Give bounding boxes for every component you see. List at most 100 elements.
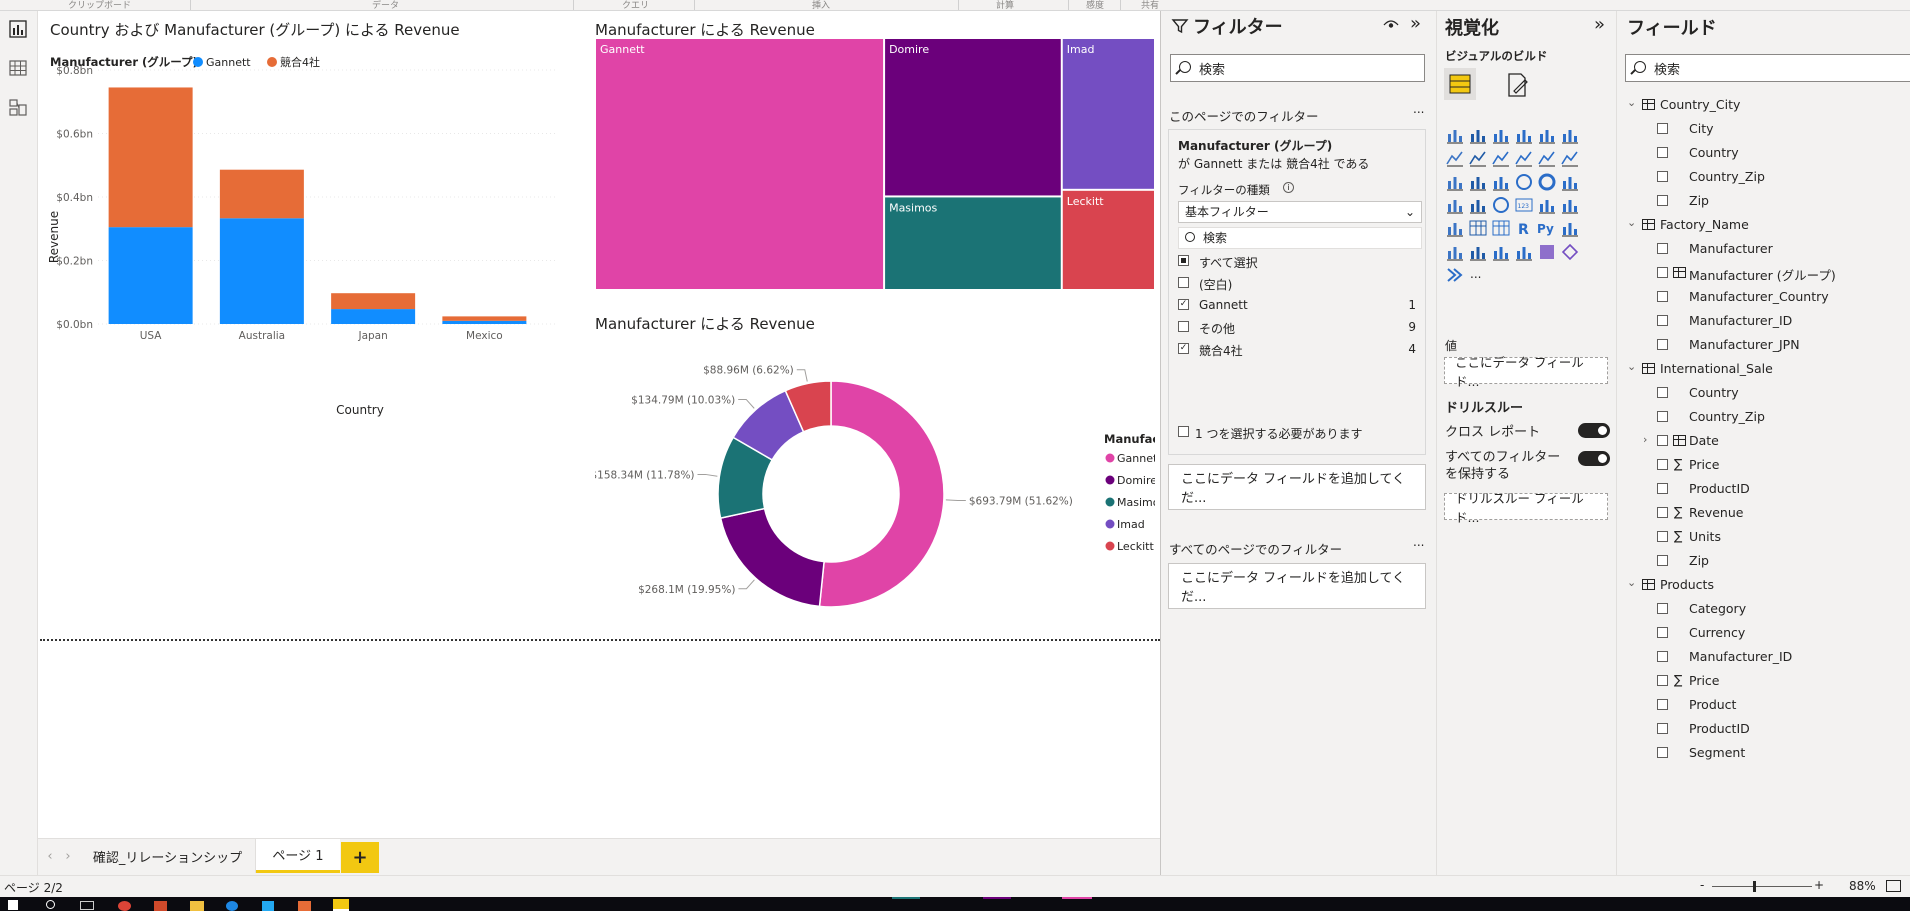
- field-item[interactable]: Currency: [1689, 625, 1745, 640]
- field-checkbox[interactable]: [1657, 291, 1668, 302]
- field-checkbox[interactable]: [1657, 531, 1668, 542]
- report-view-icon[interactable]: [8, 19, 28, 39]
- field-checkbox[interactable]: [1657, 507, 1668, 518]
- fit-to-page-icon[interactable]: [1886, 880, 1901, 892]
- field-table-international_sale[interactable]: International_Sale: [1660, 361, 1773, 376]
- model-view-icon[interactable]: [8, 97, 28, 117]
- field-item[interactable]: Zip: [1689, 553, 1709, 568]
- field-table-products[interactable]: Products: [1660, 577, 1714, 592]
- treemap-tile[interactable]: Imad: [1062, 39, 1154, 189]
- collapse-viz-icon[interactable]: »: [1594, 14, 1605, 35]
- line-clustered-icon[interactable]: [1514, 148, 1534, 168]
- tab-scroll-right-icon[interactable]: ›: [60, 839, 76, 873]
- task-view-icon[interactable]: [80, 901, 94, 910]
- field-item[interactable]: Country: [1689, 145, 1739, 160]
- drillthrough-drop-zone[interactable]: ドリルスルー フィールド...: [1444, 491, 1608, 525]
- bar-segment[interactable]: [108, 227, 193, 324]
- collapse-table-icon[interactable]: ⌄: [1627, 576, 1636, 589]
- donut-chart[interactable]: Manufacturer $693.79M (51.62%) $268.1M (1…: [595, 336, 1155, 626]
- field-item[interactable]: Segment: [1689, 745, 1745, 760]
- edge-icon[interactable]: [226, 901, 238, 911]
- all-pages-filter-drop-zone[interactable]: ここにデータ フィールドを追加してくだ...: [1168, 563, 1426, 609]
- page-filter-drop-zone[interactable]: ここにデータ フィールドを追加してくだ...: [1168, 464, 1426, 510]
- more-visuals-icon[interactable]: ...: [1468, 265, 1488, 285]
- kpi-icon[interactable]: [1560, 195, 1580, 215]
- field-checkbox[interactable]: [1657, 699, 1668, 710]
- collapse-table-icon[interactable]: ⌄: [1627, 360, 1636, 373]
- field-checkbox[interactable]: [1657, 555, 1668, 566]
- treemap-tile-rect[interactable]: [885, 39, 1061, 196]
- field-checkbox[interactable]: [1657, 243, 1668, 254]
- table-icon[interactable]: [1468, 218, 1488, 238]
- bar-segment[interactable]: [442, 320, 527, 324]
- field-checkbox[interactable]: [1657, 315, 1668, 326]
- filters-search-input[interactable]: 検索: [1170, 54, 1425, 82]
- zoom-out-button[interactable]: -: [1700, 878, 1704, 892]
- field-item[interactable]: Manufacturer_Country: [1689, 289, 1829, 304]
- field-item[interactable]: City: [1689, 121, 1714, 136]
- power-apps-icon[interactable]: [1537, 242, 1557, 262]
- field-item[interactable]: Manufacturer_ID: [1689, 649, 1792, 664]
- area-icon[interactable]: [1468, 148, 1488, 168]
- field-item[interactable]: ProductID: [1689, 481, 1750, 496]
- treemap-tile[interactable]: Domire: [885, 39, 1061, 196]
- stacked-bar-chart[interactable]: Manufacturer (グループ) Gannett 競合4社 $0.0bn$0…: [38, 39, 598, 429]
- donut-icon[interactable]: [1537, 172, 1557, 192]
- bar-segment[interactable]: [219, 218, 304, 324]
- filter-card-manufacturer-group[interactable]: Manufacturer (グループ) が Gannett または 競合4社 で…: [1168, 129, 1426, 455]
- filter-value-label[interactable]: 競合4社: [1199, 342, 1243, 359]
- slicer-icon[interactable]: [1445, 218, 1465, 238]
- field-item[interactable]: Country_Zip: [1689, 169, 1765, 184]
- filter-value-label[interactable]: (空白): [1199, 276, 1232, 293]
- tab-page-1[interactable]: ページ 1: [256, 839, 340, 873]
- filter-value-checkbox[interactable]: ✓: [1178, 343, 1189, 354]
- field-table-factory_name[interactable]: Factory_Name: [1660, 217, 1749, 232]
- field-item[interactable]: Country_Zip: [1689, 409, 1765, 424]
- treemap-tile[interactable]: Gannett: [596, 39, 884, 289]
- treemap-icon[interactable]: [1560, 172, 1580, 192]
- field-checkbox[interactable]: [1657, 459, 1668, 470]
- field-item[interactable]: Date: [1689, 433, 1719, 448]
- donut-legend-label[interactable]: Masimos: [1117, 496, 1155, 509]
- field-item[interactable]: Manufacturer_JPN: [1689, 337, 1800, 352]
- funnel-icon[interactable]: [1468, 172, 1488, 192]
- python-visual-icon[interactable]: Py: [1537, 218, 1557, 238]
- donut-legend-label[interactable]: Imad: [1117, 518, 1145, 531]
- field-checkbox[interactable]: [1657, 267, 1668, 278]
- field-checkbox[interactable]: [1657, 723, 1668, 734]
- clustered-bar-icon[interactable]: [1491, 125, 1511, 145]
- cross-report-toggle[interactable]: [1578, 423, 1610, 438]
- multi-row-card-icon[interactable]: [1537, 195, 1557, 215]
- stacked-bar-icon[interactable]: [1445, 125, 1465, 145]
- eye-icon[interactable]: [1383, 19, 1399, 31]
- field-table-country_city[interactable]: Country_City: [1660, 97, 1740, 112]
- clustered-column-icon[interactable]: [1514, 125, 1534, 145]
- filter-value-checkbox[interactable]: [1178, 321, 1189, 332]
- tab-relationships[interactable]: 確認_リレーションシップ: [80, 839, 256, 873]
- treemap-chart[interactable]: Gannett Domire Masimos Imad Leckitt: [595, 38, 1155, 290]
- field-item[interactable]: Units: [1689, 529, 1721, 544]
- collapse-table-icon[interactable]: ⌄: [1627, 216, 1636, 229]
- powerbi-taskbar-icon[interactable]: [333, 899, 349, 911]
- bar-segment[interactable]: [219, 169, 304, 219]
- treemap-tile-rect[interactable]: [596, 39, 884, 289]
- treemap-tile[interactable]: Masimos: [885, 197, 1061, 289]
- field-item[interactable]: Country: [1689, 385, 1739, 400]
- stacked-area-icon[interactable]: [1491, 148, 1511, 168]
- smart-narrative-icon[interactable]: [1491, 242, 1511, 262]
- zoom-slider[interactable]: [1712, 886, 1812, 887]
- field-item[interactable]: Manufacturer_ID: [1689, 313, 1792, 328]
- field-checkbox[interactable]: [1657, 603, 1668, 614]
- add-page-button[interactable]: +: [341, 842, 379, 873]
- require-one-checkbox[interactable]: [1178, 426, 1189, 437]
- matrix-icon[interactable]: [1491, 218, 1511, 238]
- field-item[interactable]: Revenue: [1689, 505, 1743, 520]
- field-checkbox[interactable]: [1657, 387, 1668, 398]
- filter-value-label[interactable]: すべて選択: [1199, 254, 1258, 271]
- key-influencers-icon[interactable]: [1560, 218, 1580, 238]
- collapse-table-icon[interactable]: ⌄: [1627, 96, 1636, 109]
- field-item[interactable]: Zip: [1689, 193, 1709, 208]
- all-pages-more-icon[interactable]: ...: [1413, 535, 1424, 549]
- line-stacked-icon[interactable]: [1537, 148, 1557, 168]
- collapse-filters-icon[interactable]: »: [1410, 13, 1421, 34]
